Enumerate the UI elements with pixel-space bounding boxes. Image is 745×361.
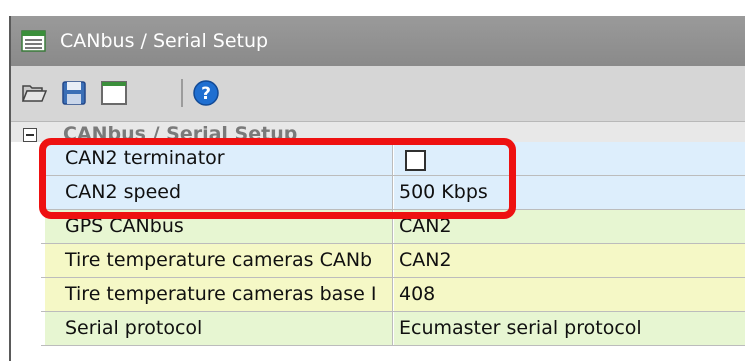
property-name: GPS CANbus: [45, 210, 393, 243]
save-icon: [62, 81, 86, 105]
open-button[interactable]: [19, 78, 49, 108]
open-folder-icon: [21, 85, 47, 102]
toolbar-separator: [181, 79, 183, 107]
property-row-tire-cam-base-id[interactable]: Tire temperature cameras base I 408: [41, 278, 745, 312]
help-icon: ?: [193, 80, 219, 106]
can2-terminator-checkbox[interactable]: [405, 150, 426, 171]
collapse-toggle[interactable]: [23, 128, 37, 142]
property-grid: CANbus / Serial Setup CAN2 terminator CA…: [11, 122, 745, 361]
property-row-can2-speed[interactable]: CAN2 speed 500 Kbps: [41, 176, 745, 210]
save-button[interactable]: [59, 78, 89, 108]
outer-left-margin: [0, 0, 9, 361]
window-icon: [101, 81, 127, 105]
property-name: Tire temperature cameras CANb: [45, 244, 393, 277]
serial-protocol-value[interactable]: Ecumaster serial protocol: [394, 312, 745, 345]
property-row-serial-protocol[interactable]: Serial protocol Ecumaster serial protoco…: [41, 312, 745, 346]
property-row-tire-cam-canbus[interactable]: Tire temperature cameras CANb CAN2: [41, 244, 745, 278]
setup-window: CANbus / Serial Setup ? CANbus / Serial …: [11, 16, 745, 361]
gps-canbus-value[interactable]: CAN2: [394, 210, 745, 243]
property-row-gps-canbus[interactable]: GPS CANbus CAN2: [41, 210, 745, 244]
property-name: CAN2 speed: [45, 176, 393, 209]
property-value: [394, 142, 745, 175]
property-name: CAN2 terminator: [45, 142, 393, 175]
can2-speed-value[interactable]: 500 Kbps: [394, 176, 745, 209]
property-name: Tire temperature cameras base I: [45, 278, 393, 311]
toolbar: ?: [11, 66, 745, 122]
app-window-icon: [21, 30, 46, 52]
titlebar: CANbus / Serial Setup: [11, 16, 745, 66]
help-button[interactable]: ?: [191, 78, 221, 108]
tire-cam-base-id-value[interactable]: 408: [394, 278, 745, 311]
category-label: CANbus / Serial Setup: [63, 123, 298, 142]
minus-icon: [26, 134, 34, 136]
window-button[interactable]: [99, 78, 129, 108]
window-title: CANbus / Serial Setup: [60, 30, 269, 52]
property-row-can2-terminator[interactable]: CAN2 terminator: [41, 142, 745, 176]
category-row[interactable]: CANbus / Serial Setup: [11, 122, 745, 142]
tire-cam-canbus-value[interactable]: CAN2: [394, 244, 745, 277]
svg-text:?: ?: [201, 84, 211, 104]
property-name: Serial protocol: [45, 312, 393, 345]
